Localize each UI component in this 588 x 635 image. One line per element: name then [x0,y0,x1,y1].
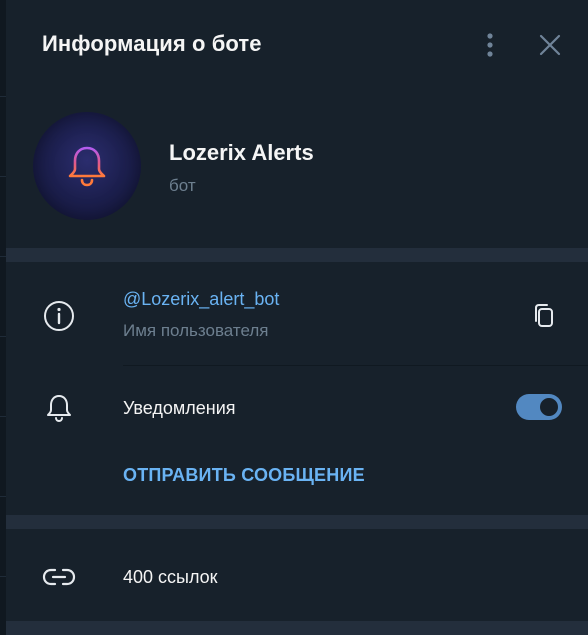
bot-subtitle: бот [169,176,196,195]
bot-info-panel: Информация о боте Lozerix Alerts бот @Lo… [6,0,588,635]
more-options-button[interactable] [470,25,510,65]
notifications-toggle[interactable] [516,394,562,420]
copy-username-button[interactable] [524,296,564,336]
panel-title: Информация о боте [42,31,262,56]
notifications-icon-wrap [41,390,77,426]
send-message-button[interactable]: ОТПРАВИТЬ СООБЩЕНИЕ [123,465,365,486]
links-count-label: 400 ссылок [123,567,218,587]
row-separator [123,365,588,366]
bell-outline-icon [47,395,71,423]
section-divider [6,248,588,262]
section-divider [6,621,588,635]
notifications-label: Уведомления [123,398,236,418]
links-row[interactable]: 400 ссылок [6,529,588,621]
bot-name: Lozerix Alerts [169,140,314,165]
link-icon-wrap [41,559,77,595]
info-icon [44,301,74,331]
bot-profile: Lozerix Alerts бот [6,92,588,248]
close-button[interactable] [530,25,570,65]
info-icon-wrap [41,298,77,334]
link-icon [42,568,76,586]
more-vertical-icon [487,33,493,57]
close-icon [539,34,561,56]
avatar[interactable] [33,112,141,220]
copy-icon [535,304,553,327]
toggle-knob [537,395,561,419]
bot-username[interactable]: @Lozerix_alert_bot [123,289,279,310]
username-caption: Имя пользователя [123,321,269,340]
bell-icon [68,146,106,187]
section-divider [6,515,588,529]
panel-header: Информация о боте [6,0,588,92]
